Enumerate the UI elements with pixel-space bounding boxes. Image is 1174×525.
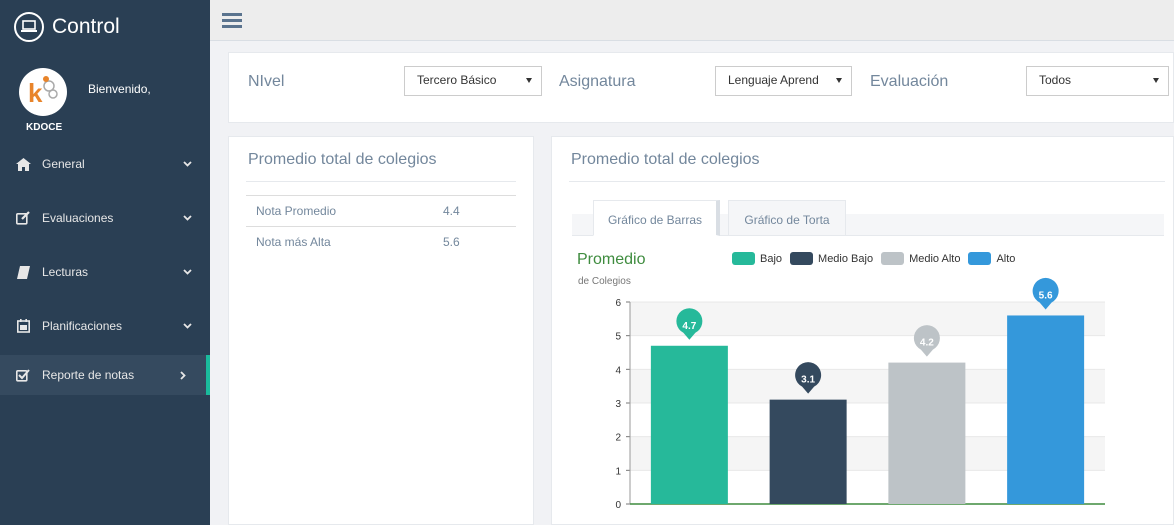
sidebar-item-general[interactable]: General — [0, 137, 210, 191]
chevron-down-icon — [182, 159, 192, 169]
caret-down-icon — [526, 78, 532, 83]
legend-item-alto[interactable]: Alto — [968, 252, 1015, 265]
avatar-logo-text: k — [28, 78, 43, 108]
evaluacion-label: Evaluación — [870, 73, 949, 90]
y-tick-label: 0 — [615, 500, 621, 511]
data-label: 4.7 — [682, 321, 696, 332]
legend-label: Bajo — [760, 252, 783, 265]
data-label: 4.2 — [920, 338, 934, 349]
chart-panel: Promedio total de colegios Gráfico de Ba… — [551, 136, 1174, 525]
sidebar-item-reporte-de-notas[interactable]: Reporte de notas — [0, 355, 210, 395]
nivel-select-value: Tercero Básico — [417, 73, 497, 87]
y-tick-label: 2 — [615, 433, 621, 444]
brand-title: Control — [52, 15, 120, 38]
y-tick-label: 6 — [615, 298, 621, 309]
bar-medio-bajo — [769, 399, 847, 504]
sidebar: Control k Bienvenido, KDOCE General Eval… — [0, 0, 210, 525]
asignatura-select-value: Lenguaje Aprend — [728, 73, 819, 87]
chart-legend: Bajo Medio Bajo Medio Alto Alto — [732, 252, 1023, 265]
legend-label: Medio Bajo — [818, 252, 874, 265]
summary-panel-title: Promedio total de colegios — [248, 151, 437, 168]
sidebar-item-label: General — [42, 157, 85, 171]
welcome-text: Bienvenido, — [88, 82, 151, 96]
profile-name: KDOCE — [26, 122, 63, 133]
asignatura-select[interactable]: Lenguaje Aprend — [715, 66, 852, 96]
sidebar-item-label: Evaluaciones — [42, 211, 114, 225]
nivel-label: NIvel — [248, 73, 285, 90]
chart-title: Promedio — [577, 251, 646, 268]
brand[interactable]: Control — [0, 0, 210, 54]
legend-item-medio-bajo[interactable]: Medio Bajo — [790, 252, 873, 265]
sidebar-item-evaluaciones[interactable]: Evaluaciones — [0, 191, 210, 245]
check-square-icon — [15, 367, 31, 383]
sidebar-item-label: Lecturas — [42, 265, 89, 279]
bar-chart: 0 1 2 3 4 5 6 4.7 3.1 4.2 5.6 — [615, 277, 1105, 511]
top-navbar — [210, 0, 1174, 41]
chart-panel-title: Promedio total de colegios — [571, 151, 760, 168]
summary-table: Nota Promedio 4.4 Nota más Alta 5.6 — [246, 195, 516, 257]
data-label: 5.6 — [1039, 290, 1053, 301]
bar-alto — [1007, 315, 1085, 504]
home-icon — [15, 156, 31, 172]
bar-medio-alto — [888, 362, 966, 504]
caret-down-icon — [1153, 78, 1159, 83]
divider — [569, 181, 1165, 182]
legend-item-medio-alto[interactable]: Medio Alto — [881, 252, 960, 265]
table-row: Nota Promedio 4.4 — [246, 195, 516, 226]
stat-value: 5.6 — [443, 235, 460, 249]
divider — [246, 181, 516, 182]
caret-down-icon — [836, 78, 842, 83]
y-tick-label: 3 — [615, 399, 621, 410]
sidebar-item-label: Reporte de notas — [42, 368, 135, 382]
tab-grafico-de-torta[interactable]: Gráfico de Torta — [728, 200, 846, 236]
stat-label: Nota más Alta — [256, 235, 331, 249]
chevron-right-icon — [178, 370, 188, 380]
book-icon — [15, 264, 31, 280]
profile: k Bienvenido, KDOCE — [0, 62, 210, 142]
legend-item-bajo[interactable]: Bajo — [732, 252, 782, 265]
sidebar-item-planificaciones[interactable]: Planificaciones — [0, 299, 210, 353]
calendar-icon — [15, 318, 31, 334]
avatar[interactable]: k — [19, 68, 67, 116]
laptop-icon — [14, 12, 44, 42]
stat-value: 4.4 — [443, 204, 460, 218]
sidebar-item-label: Planificaciones — [42, 319, 123, 333]
chevron-down-icon — [182, 321, 192, 331]
menu-toggle-icon[interactable] — [222, 13, 242, 29]
tab-grafico-de-barras[interactable]: Gráfico de Barras — [593, 200, 720, 236]
legend-label: Medio Alto — [909, 252, 961, 265]
nivel-select[interactable]: Tercero Básico — [404, 66, 542, 96]
filter-bar: NIvel Tercero Básico Asignatura Lenguaje… — [228, 52, 1174, 123]
legend-label: Alto — [996, 252, 1016, 265]
sidebar-item-lecturas[interactable]: Lecturas — [0, 245, 210, 299]
y-tick-label: 4 — [615, 365, 621, 376]
y-tick-label: 1 — [615, 466, 621, 477]
summary-panel: Promedio total de colegios Nota Promedio… — [228, 136, 534, 525]
data-label: 3.1 — [801, 375, 815, 386]
evaluacion-select-value: Todos — [1039, 73, 1072, 87]
chevron-down-icon — [182, 213, 192, 223]
evaluacion-select[interactable]: Todos — [1026, 66, 1169, 96]
edit-icon — [15, 210, 31, 226]
bar-bajo — [650, 345, 728, 504]
asignatura-label: Asignatura — [559, 73, 636, 90]
stat-label: Nota Promedio — [256, 204, 337, 218]
y-tick-label: 5 — [615, 332, 621, 343]
sidebar-menu: General Evaluaciones Lecturas Planificac… — [0, 137, 210, 395]
table-row: Nota más Alta 5.6 — [246, 226, 516, 257]
chevron-down-icon — [182, 267, 192, 277]
